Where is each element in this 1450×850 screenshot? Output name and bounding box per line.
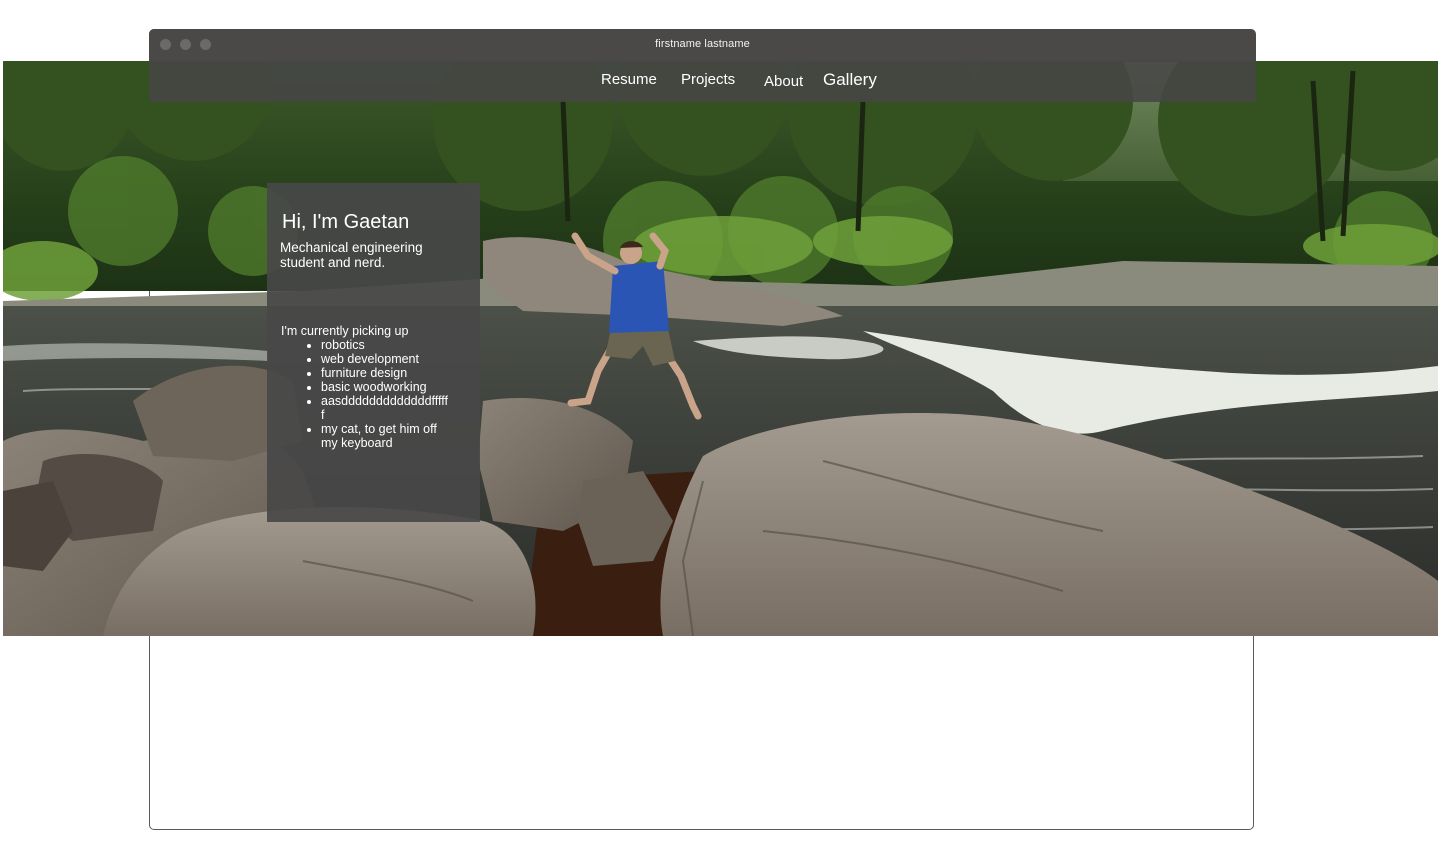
hero-photo xyxy=(3,61,1438,636)
intro-heading: Hi, I'm Gaetan xyxy=(282,211,410,233)
list-item: aasdddddddddddddffffff xyxy=(321,394,451,422)
intro-lead-text: I'm currently picking up xyxy=(281,324,409,338)
nav-resume-link[interactable]: Resume xyxy=(601,71,657,88)
nav-gallery-link[interactable]: Gallery xyxy=(823,70,877,90)
intro-subtitle: Mechanical engineering student and nerd. xyxy=(280,240,423,270)
page: firstname lastname Resume Projects About… xyxy=(0,0,1450,850)
list-item: robotics xyxy=(321,338,451,352)
nav-about-link[interactable]: About xyxy=(764,73,803,90)
list-item: web development xyxy=(321,352,451,366)
window-title: firstname lastname xyxy=(655,38,750,50)
list-item: basic woodworking xyxy=(321,380,451,394)
river-rocks-photo-icon xyxy=(3,61,1438,636)
interests-list: robotics web development furniture desig… xyxy=(281,338,451,450)
list-item: my cat, to get him off my keyboard xyxy=(321,422,451,450)
intro-card: Hi, I'm Gaetan Mechanical engineering st… xyxy=(267,183,480,522)
window-titlebar: firstname lastname xyxy=(149,29,1256,62)
list-item: furniture design xyxy=(321,366,451,380)
top-navbar: Resume Projects About Gallery xyxy=(149,61,1256,102)
nav-projects-link[interactable]: Projects xyxy=(681,71,735,88)
